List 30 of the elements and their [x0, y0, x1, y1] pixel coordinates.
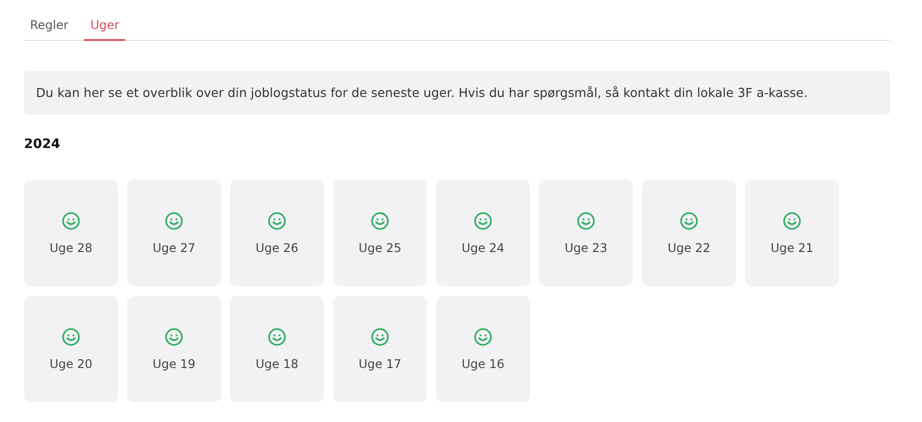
week-card[interactable]: Uge 25: [333, 180, 427, 286]
week-label: Uge 20: [50, 357, 92, 371]
tab[interactable]: Regler: [24, 6, 74, 41]
week-card[interactable]: Uge 28: [24, 180, 118, 286]
week-label: Uge 28: [50, 241, 92, 255]
week-card[interactable]: Uge 26: [230, 180, 324, 286]
week-card[interactable]: Uge 17: [333, 296, 427, 402]
week-card[interactable]: Uge 23: [539, 180, 633, 286]
week-label: Uge 24: [462, 241, 504, 255]
week-card[interactable]: Uge 21: [745, 180, 839, 286]
week-label: Uge 27: [152, 241, 196, 255]
week-label: Uge 21: [770, 241, 814, 255]
week-card[interactable]: Uge 27: [127, 180, 221, 286]
week-label: Uge 16: [462, 357, 504, 371]
week-label: Uge 22: [668, 241, 710, 255]
week-card[interactable]: Uge 18: [230, 296, 324, 402]
week-label: Uge 19: [152, 357, 196, 371]
week-label: Uge 25: [358, 241, 402, 255]
info-message: Du kan her se et overblik over din joblogstatus for de seneste uger. Hvis du har spørgsmål, så kontakt din lokale 3F a-kasse.: [24, 71, 890, 115]
week-card[interactable]: Uge 20: [24, 296, 118, 402]
week-label: Uge 18: [256, 357, 298, 371]
year-heading: 2024: [24, 137, 62, 152]
week-label: Uge 26: [256, 241, 298, 255]
week-card[interactable]: Uge 16: [436, 296, 530, 402]
week-card[interactable]: Uge 22: [642, 180, 736, 286]
tab[interactable]: Uger: [84, 6, 126, 41]
week-label: Uge 23: [564, 241, 608, 255]
week-card[interactable]: Uge 24: [436, 180, 530, 286]
week-label: Uge 17: [358, 357, 402, 371]
week-card[interactable]: Uge 19: [127, 296, 221, 402]
